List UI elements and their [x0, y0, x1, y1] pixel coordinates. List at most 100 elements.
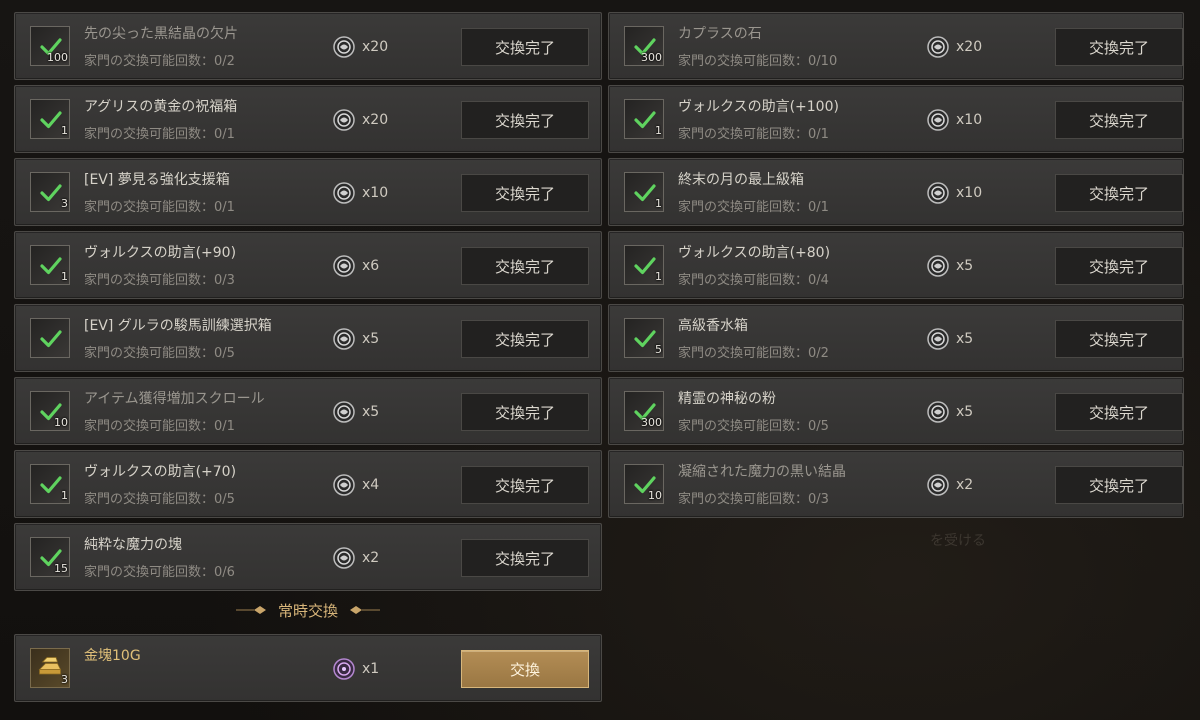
limit-value: 0/1 — [808, 200, 829, 215]
item-quantity: 10 — [54, 416, 68, 429]
limit-prefix: 家門の交換可能回数： — [84, 492, 215, 507]
limit-value: 0/1 — [214, 419, 235, 434]
silver-coin-icon — [333, 401, 355, 423]
exchange-complete-button[interactable]: 交換完了 — [1055, 28, 1183, 66]
exchange-complete-button[interactable]: 交換完了 — [1055, 101, 1183, 139]
item-quantity: 15 — [54, 562, 68, 575]
exchange-item-grid: 100 先の尖った黒結晶の欠片 家門の交換可能回数：0/2 x20 交換完了 3… — [14, 12, 1186, 591]
limit-prefix: 家門の交換可能回数： — [84, 565, 215, 580]
exchange-card: 1 ヴォルクスの助言(+90) 家門の交換可能回数：0/3 x6 交換完了 — [14, 231, 602, 299]
item-name: [EV] 夢見る強化支援箱 — [84, 172, 230, 188]
item-icon: 3 — [30, 172, 70, 212]
item-cost: x6 — [362, 258, 380, 274]
item-quantity: 5 — [655, 343, 662, 356]
silver-coin-icon — [333, 255, 355, 277]
item-cost: x5 — [956, 331, 974, 347]
exchange-button[interactable]: 交換 — [461, 650, 589, 688]
exchange-limit: 家門の交換可能回数：0/1 — [84, 415, 235, 434]
item-icon: 1 — [624, 245, 664, 285]
exchange-card: 1 ヴォルクスの助言(+100) 家門の交換可能回数：0/1 x10 交換完了 — [608, 85, 1184, 153]
item-name: ヴォルクスの助言(+100) — [678, 99, 839, 115]
exchange-complete-button[interactable]: 交換完了 — [461, 466, 589, 504]
exchange-limit: 家門の交換可能回数：0/1 — [678, 196, 829, 215]
item-name: [EV] グルラの駿馬訓練選択箱 — [84, 318, 272, 334]
limit-value: 0/1 — [214, 127, 235, 142]
exchange-complete-button[interactable]: 交換完了 — [461, 539, 589, 577]
exchange-complete-button[interactable]: 交換完了 — [461, 101, 589, 139]
limit-prefix: 家門の交換可能回数： — [678, 419, 809, 434]
item-cost: x20 — [362, 112, 389, 128]
exchange-limit: 家門の交換可能回数：0/1 — [84, 196, 235, 215]
exchange-limit: 家門の交換可能回数：0/5 — [84, 488, 235, 507]
exchange-limit: 家門の交換可能回数：0/10 — [678, 50, 837, 69]
limit-prefix: 家門の交換可能回数： — [678, 273, 809, 288]
limit-value: 0/2 — [214, 54, 235, 69]
exchange-complete-button[interactable]: 交換完了 — [461, 174, 589, 212]
limit-prefix: 家門の交換可能回数： — [678, 54, 809, 69]
limit-value: 0/5 — [808, 419, 829, 434]
exchange-complete-button[interactable]: 交換完了 — [1055, 393, 1183, 431]
item-quantity: 1 — [655, 270, 662, 283]
exchange-complete-button[interactable]: 交換完了 — [461, 393, 589, 431]
silver-coin-icon — [333, 328, 355, 350]
silver-coin-icon — [927, 328, 949, 350]
item-name: ヴォルクスの助言(+90) — [84, 245, 237, 261]
item-name: ヴォルクスの助言(+70) — [84, 464, 237, 480]
exchange-complete-button[interactable]: 交換完了 — [461, 28, 589, 66]
exchange-card-gold: 3 金塊10G x1 交換 — [14, 634, 602, 702]
limit-value: 0/5 — [214, 346, 235, 361]
silver-coin-icon — [333, 182, 355, 204]
silver-coin-icon — [333, 547, 355, 569]
item-icon: 10 — [624, 464, 664, 504]
limit-value: 0/3 — [214, 273, 235, 288]
item-icon: 3 — [30, 648, 70, 688]
item-cost: x4 — [362, 477, 380, 493]
limit-value: 0/5 — [214, 492, 235, 507]
item-cost: x2 — [362, 550, 380, 566]
exchange-card: 1 アグリスの黄金の祝福箱 家門の交換可能回数：0/1 x20 交換完了 — [14, 85, 602, 153]
item-quantity: 300 — [641, 416, 662, 429]
exchange-complete-button[interactable]: 交換完了 — [461, 320, 589, 358]
limit-prefix: 家門の交換可能回数： — [678, 346, 809, 361]
exchange-limit: 家門の交換可能回数：0/4 — [678, 269, 829, 288]
exchange-limit: 家門の交換可能回数：0/2 — [678, 342, 829, 361]
limit-prefix: 家門の交換可能回数： — [678, 200, 809, 215]
item-cost: x20 — [956, 39, 983, 55]
exchange-card: 10 アイテム獲得増加スクロール 家門の交換可能回数：0/1 x5 交換完了 — [14, 377, 602, 445]
item-quantity: 3 — [61, 197, 68, 210]
limit-prefix: 家門の交換可能回数： — [84, 54, 215, 69]
item-name: アグリスの黄金の祝福箱 — [84, 99, 238, 115]
exchange-complete-button[interactable]: 交換完了 — [1055, 247, 1183, 285]
exchange-complete-button[interactable]: 交換完了 — [461, 247, 589, 285]
exchange-limit: 家門の交換可能回数：0/6 — [84, 561, 235, 580]
item-name: 終末の月の最上級箱 — [678, 172, 804, 188]
section-header: 常時交換 — [14, 596, 602, 624]
item-quantity: 1 — [61, 270, 68, 283]
item-icon: 15 — [30, 537, 70, 577]
limit-prefix: 家門の交換可能回数： — [84, 419, 215, 434]
silver-coin-icon — [927, 474, 949, 496]
exchange-complete-button[interactable]: 交換完了 — [1055, 466, 1183, 504]
limit-value: 0/2 — [808, 346, 829, 361]
limit-prefix: 家門の交換可能回数： — [84, 200, 215, 215]
exchange-card: 15 純粋な魔力の塊 家門の交換可能回数：0/6 x2 交換完了 — [14, 523, 602, 591]
exchange-card: [EV] グルラの駿馬訓練選択箱 家門の交換可能回数：0/5 x5 交換完了 — [14, 304, 602, 372]
item-quantity: 100 — [47, 51, 68, 64]
item-name: 精霊の神秘の粉 — [678, 391, 776, 407]
item-cost: x5 — [956, 404, 974, 420]
limit-value: 0/10 — [808, 54, 838, 69]
exchange-complete-button[interactable]: 交換完了 — [1055, 320, 1183, 358]
item-icon: 1 — [30, 464, 70, 504]
silver-coin-icon — [927, 36, 949, 58]
item-cost: x20 — [362, 39, 389, 55]
exchange-limit: 家門の交換可能回数：0/3 — [678, 488, 829, 507]
item-name: 金塊10G — [84, 648, 141, 664]
exchange-card: 3 [EV] 夢見る強化支援箱 家門の交換可能回数：0/1 x10 交換完了 — [14, 158, 602, 226]
silver-coin-icon — [927, 255, 949, 277]
item-cost: x2 — [956, 477, 974, 493]
item-quantity: 10 — [648, 489, 662, 502]
silver-coin-icon — [333, 109, 355, 131]
exchange-limit: 家門の交換可能回数：0/3 — [84, 269, 235, 288]
exchange-complete-button[interactable]: 交換完了 — [1055, 174, 1183, 212]
exchange-limit: 家門の交換可能回数：0/1 — [84, 123, 235, 142]
